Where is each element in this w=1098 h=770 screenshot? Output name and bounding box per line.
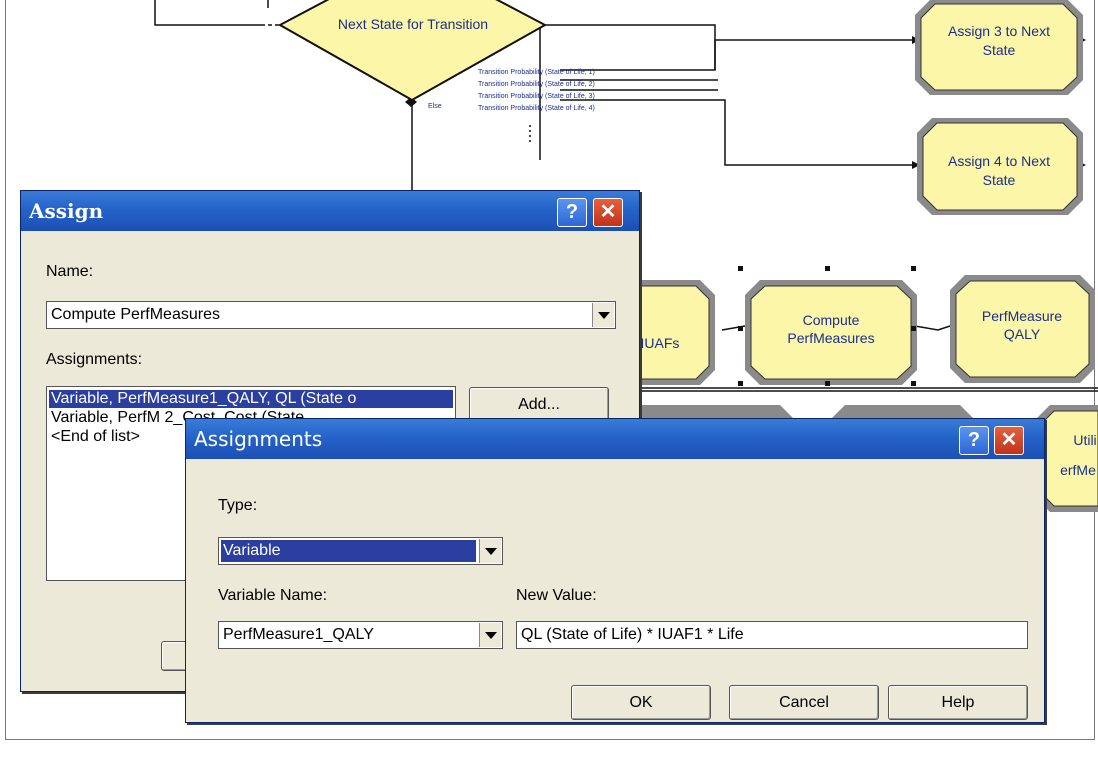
assignments-label: Assignments: [46, 351, 143, 368]
variable-name-label: Variable Name: [218, 587, 328, 604]
assignments-dialog: Assignments ? ✕ Type: Variable Variable … [185, 418, 1045, 723]
new-value-field[interactable]: QL (State of Life) * IUAF1 * Life [516, 621, 1028, 649]
list-item[interactable]: Variable, PerfMeasure1_QALY, QL (State o [49, 390, 453, 408]
assign3-label-line1: Assign 3 to Next [948, 23, 1050, 39]
assign-titlebar[interactable]: Assign ? ✕ [21, 191, 639, 231]
help-icon[interactable]: ? [959, 426, 989, 455]
assignments-titlebar[interactable]: Assignments ? ✕ [186, 419, 1044, 459]
variable-name-combo[interactable]: PerfMeasure1_QALY [218, 621, 503, 649]
type-label: Type: [218, 497, 258, 514]
name-combo[interactable]: Compute PerfMeasures [46, 301, 616, 329]
variable-name-value: PerfMeasure1_QALY [223, 626, 374, 643]
help-icon[interactable]: ? [557, 198, 587, 227]
chevron-down-icon[interactable] [479, 623, 501, 647]
close-icon[interactable]: ✕ [994, 426, 1024, 455]
type-combo[interactable]: Variable [218, 537, 503, 565]
utility-label-line2: erfMe [1060, 462, 1096, 478]
assignments-title: Assignments [194, 427, 323, 451]
help-button[interactable]: Help [888, 685, 1028, 720]
cancel-button[interactable]: Cancel [729, 685, 879, 720]
transition-label-4: Transition Probability (State of Life, 4… [478, 105, 595, 112]
new-value-text: QL (State of Life) * IUAF1 * Life [521, 626, 744, 643]
assign4-label-line2: State [983, 172, 1016, 188]
qaly-label-line2: QALY [1004, 326, 1041, 342]
utility-label-line1: Utili [1073, 432, 1096, 448]
decision-label: Next State for Transition [338, 16, 488, 32]
name-label: Name: [46, 263, 94, 280]
block-assign-4: Assign 4 to Next State [917, 118, 1083, 215]
compute-label-line1: Compute [803, 312, 860, 328]
transition-label-2: Transition Probability (State of Life, 2… [478, 81, 595, 88]
else-label: Else [428, 103, 442, 110]
type-value: Variable [221, 540, 476, 562]
assign-title: Assign [29, 199, 104, 223]
block-perfmeasure-qaly: PerfMeasure QALY [950, 275, 1095, 383]
chevron-down-icon[interactable] [479, 539, 501, 563]
assign3-label-line2: State [983, 42, 1016, 58]
assign4-label-line1: Assign 4 to Next [948, 153, 1050, 169]
iuafs-label: IUAFs [641, 335, 680, 351]
ok-button[interactable]: OK [571, 685, 711, 720]
transition-label-3: Transition Probability (State of Life, 3… [478, 93, 595, 100]
qaly-label-line1: PerfMeasure [982, 308, 1062, 324]
transition-label-1: Transition Probability (State of Life, 1… [478, 69, 595, 76]
new-value-label: New Value: [516, 587, 597, 604]
close-icon[interactable]: ✕ [593, 198, 623, 227]
block-assign-3: Assign 3 to Next State [915, 0, 1083, 95]
name-value: Compute PerfMeasures [51, 306, 220, 323]
block-compute-perfmeasures: Compute PerfMeasures [738, 266, 917, 386]
chevron-down-icon[interactable] [592, 303, 614, 327]
compute-label-line2: PerfMeasures [787, 330, 874, 346]
